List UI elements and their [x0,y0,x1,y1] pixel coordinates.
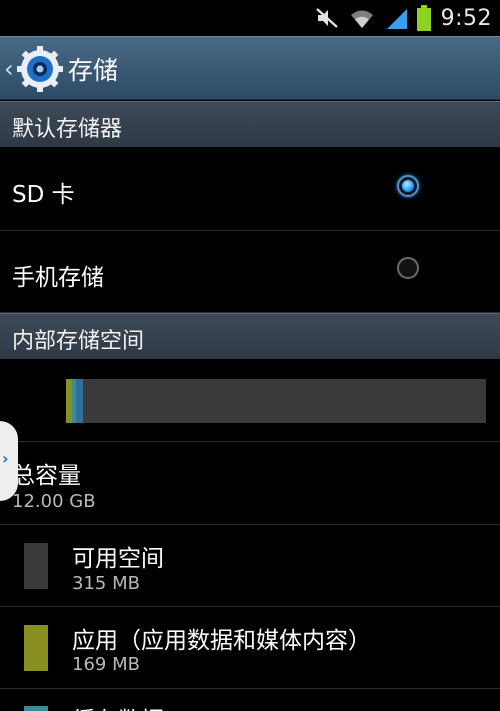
section-title: 内部存储空间 [12,329,145,354]
color-swatch [24,543,48,589]
mute-icon [315,8,338,28]
section-header-default-storage: 默认存储器 [0,101,500,147]
action-bar: ‹ 存储 [0,36,500,100]
clock: 9:52 [440,5,492,31]
item-label: 缓存数据 [72,701,164,711]
section-title: 默认存储器 [12,117,123,142]
storage-option-phone[interactable]: 手机存储 [0,231,500,313]
usage-segment-other [76,379,83,423]
color-swatch [24,706,48,711]
total-value: 12.00 GB [12,491,96,512]
radio-button-unselected[interactable] [397,257,419,279]
signal-icon [386,9,407,29]
option-label: SD 卡 [12,182,75,208]
total-capacity-row: 总容量 12.00 GB [0,441,500,525]
section-header-internal-storage: 内部存储空间 [0,313,500,359]
page-title: 存储 [68,56,119,85]
storage-usage-bar [66,379,486,423]
item-label: 可用空间 [72,546,164,572]
storage-item-free-space[interactable]: 可用空间 315 MB [0,525,500,607]
storage-item-apps[interactable]: 应用（应用数据和媒体内容） 169 MB [0,607,500,689]
item-label: 应用（应用数据和媒体内容） [72,628,371,654]
storage-option-sd-card[interactable]: SD 卡 [0,147,500,231]
status-icons: 9:52 [315,0,492,36]
wifi-icon [350,10,373,28]
item-value: 169 MB [72,654,140,675]
status-bar: 9:52 [0,0,500,36]
option-label: 手机存储 [12,265,104,291]
item-value: 315 MB [72,573,140,594]
side-panel-handle[interactable]: › [0,421,18,501]
chevron-left-icon[interactable]: ‹ [4,55,14,83]
battery-icon [416,5,431,31]
radio-button-selected[interactable] [397,175,419,197]
color-swatch [24,625,48,671]
total-label: 总容量 [12,463,81,489]
settings-gear-icon[interactable] [16,45,64,93]
storage-item-cache[interactable]: 缓存数据 [0,689,500,711]
chevron-right-icon: › [2,449,9,468]
